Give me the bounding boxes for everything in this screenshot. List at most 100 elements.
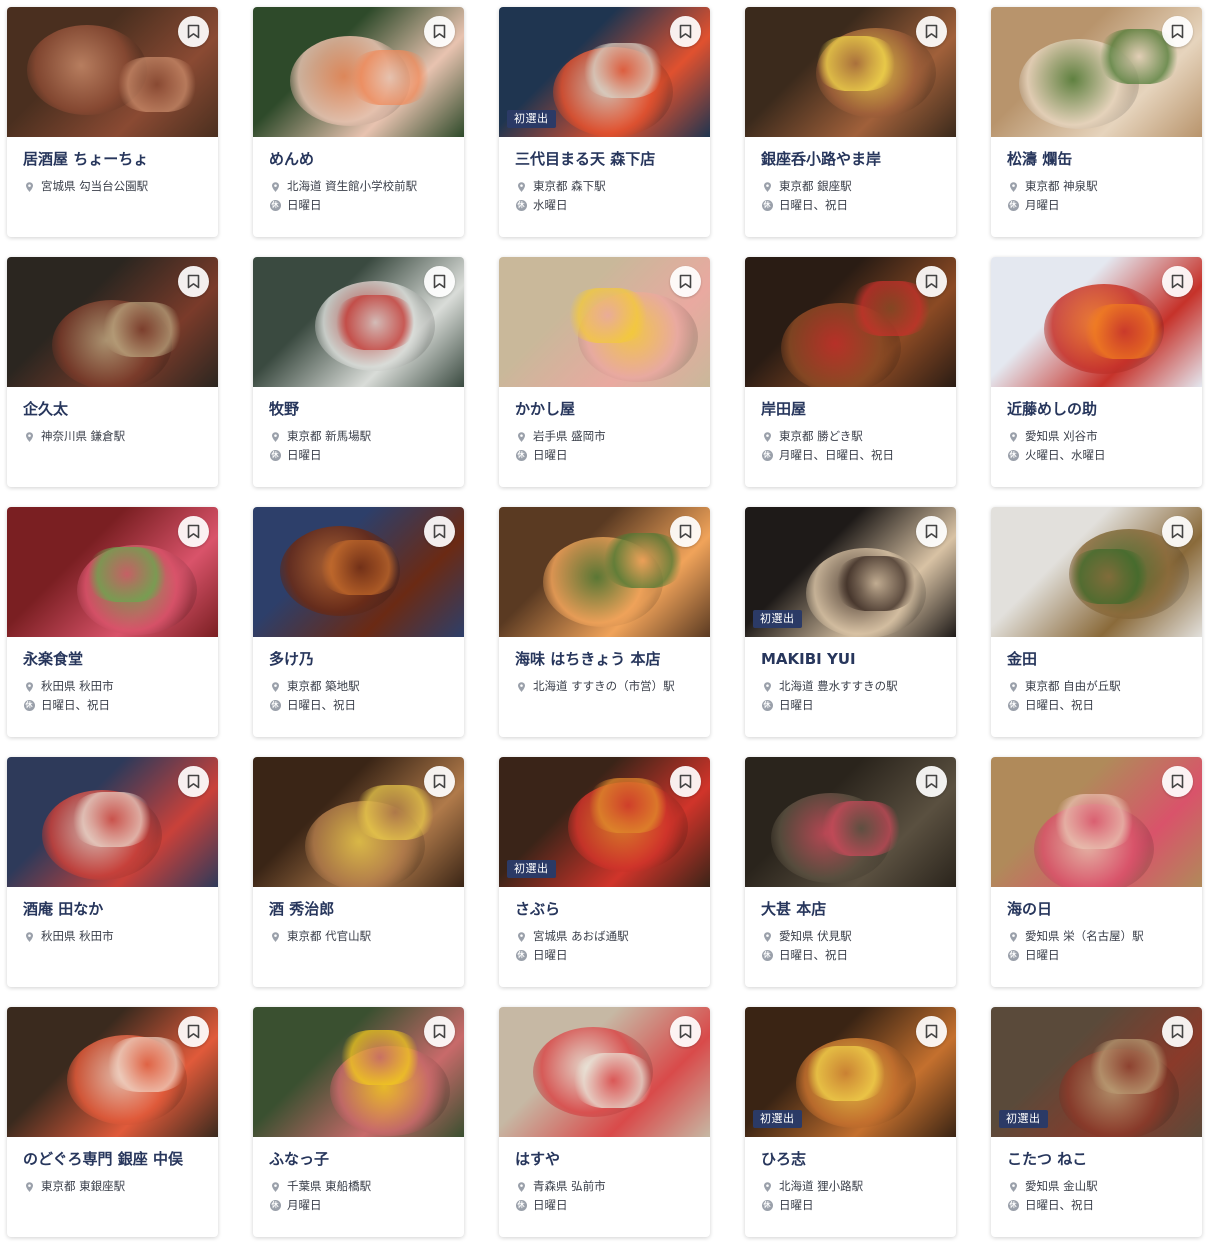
restaurant-card[interactable]: 初選出 こたつ ねこ 愛知県 金山駅休日曜日、祝日 — [991, 1007, 1202, 1237]
bookmark-button[interactable] — [424, 16, 455, 47]
restaurant-card[interactable]: 企久太 神奈川県 鎌倉駅 — [7, 257, 218, 487]
location-text: 愛知県 刈谷市 — [1025, 429, 1098, 443]
restaurant-card[interactable]: 大甚 本店 愛知県 伏見駅休日曜日、祝日 — [745, 757, 956, 987]
restaurant-card[interactable]: 居酒屋 ちょーちょ 宮城県 勾当台公園駅 — [7, 7, 218, 237]
restaurant-info: 岸田屋 東京都 勝どき駅休月曜日、日曜日、祝日 — [745, 387, 956, 465]
location-text: 愛知県 伏見駅 — [779, 929, 852, 943]
bookmark-button[interactable] — [670, 516, 701, 547]
holiday-icon-glyph: 休 — [1007, 950, 1019, 961]
holiday-text: 日曜日、祝日 — [779, 948, 848, 962]
bookmark-button[interactable] — [178, 1016, 209, 1047]
restaurant-photo — [991, 7, 1202, 137]
restaurant-info: さぶら 宮城県 あおば通駅休日曜日 — [499, 887, 710, 965]
location-text: 宮城県 勾当台公園駅 — [41, 179, 149, 193]
bookmark-button[interactable] — [178, 766, 209, 797]
holiday-icon: 休 — [761, 950, 773, 962]
restaurant-name: ひろ志 — [761, 1150, 807, 1168]
holiday-text: 日曜日 — [533, 948, 568, 962]
restaurant-card[interactable]: 初選出 MAKIBI YUI 北海道 豊水すすきの駅休日曜日 — [745, 507, 956, 737]
bookmark-icon — [187, 24, 200, 39]
bookmark-button[interactable] — [670, 16, 701, 47]
bookmark-button[interactable] — [424, 1016, 455, 1047]
location-row: 東京都 勝どき駅 — [761, 427, 956, 446]
bookmark-button[interactable] — [1162, 516, 1193, 547]
bookmark-button[interactable] — [1162, 1016, 1193, 1047]
bookmark-icon — [1171, 274, 1184, 289]
restaurant-photo — [253, 257, 464, 387]
restaurant-card[interactable]: かかし屋 岩手県 盛岡市休日曜日 — [499, 257, 710, 487]
restaurant-card[interactable]: 銀座呑小路やま岸 東京都 銀座駅休日曜日、祝日 — [745, 7, 956, 237]
restaurant-info: 松濤 爛缶 東京都 神泉駅休月曜日 — [991, 137, 1202, 215]
holiday-icon: 休 — [1007, 950, 1019, 962]
location-text: 青森県 弘前市 — [533, 1179, 606, 1193]
map-pin-icon — [269, 681, 281, 693]
restaurant-name: 多け乃 — [269, 650, 315, 668]
restaurant-photo — [745, 7, 956, 137]
holiday-text: 日曜日 — [287, 198, 322, 212]
map-pin-icon — [269, 1181, 281, 1193]
location-row: 北海道 狸小路駅 — [761, 1177, 956, 1196]
restaurant-card[interactable]: 酒 秀治郎 東京都 代官山駅 — [253, 757, 464, 987]
bookmark-button[interactable] — [424, 516, 455, 547]
bookmark-button[interactable] — [1162, 16, 1193, 47]
bookmark-icon — [679, 524, 692, 539]
bookmark-button[interactable] — [1162, 766, 1193, 797]
bookmark-button[interactable] — [1162, 266, 1193, 297]
restaurant-card[interactable]: のどぐろ専門 銀座 中俣 東京都 東銀座駅 — [7, 1007, 218, 1237]
holiday-icon: 休 — [269, 1200, 281, 1212]
bookmark-button[interactable] — [916, 16, 947, 47]
bookmark-button[interactable] — [178, 516, 209, 547]
restaurant-card[interactable]: 岸田屋 東京都 勝どき駅休月曜日、日曜日、祝日 — [745, 257, 956, 487]
location-text: 秋田県 秋田市 — [41, 679, 114, 693]
restaurant-card[interactable]: 松濤 爛缶 東京都 神泉駅休月曜日 — [991, 7, 1202, 237]
holiday-icon-glyph: 休 — [515, 950, 527, 961]
bookmark-button[interactable] — [424, 266, 455, 297]
restaurant-photo — [991, 257, 1202, 387]
bookmark-button[interactable] — [916, 1016, 947, 1047]
holiday-row: 休月曜日、日曜日、祝日 — [761, 446, 956, 465]
restaurant-info: 海味 はちきょう 本店 北海道 すすきの（市営）駅 — [499, 637, 710, 696]
restaurant-card[interactable]: 多け乃 東京都 築地駅休日曜日、祝日 — [253, 507, 464, 737]
restaurant-name: 金田 — [1007, 650, 1038, 668]
location-row: 愛知県 刈谷市 — [1007, 427, 1202, 446]
bookmark-icon — [925, 1024, 938, 1039]
restaurant-card[interactable]: ふなっ子 千葉県 東船橋駅休月曜日 — [253, 1007, 464, 1237]
restaurant-card[interactable]: 海の日 愛知県 栄（名古屋）駅休日曜日 — [991, 757, 1202, 987]
restaurant-info: はすや 青森県 弘前市休日曜日 — [499, 1137, 710, 1215]
restaurant-name: かかし屋 — [515, 400, 576, 418]
bookmark-button[interactable] — [178, 266, 209, 297]
holiday-row: 休日曜日 — [761, 696, 956, 715]
holiday-icon: 休 — [761, 450, 773, 462]
restaurant-card[interactable]: 初選出 さぶら 宮城県 あおば通駅休日曜日 — [499, 757, 710, 987]
map-pin-icon — [23, 681, 35, 693]
restaurant-photo — [253, 507, 464, 637]
restaurant-card[interactable]: 金田 東京都 自由が丘駅休日曜日、祝日 — [991, 507, 1202, 737]
bookmark-button[interactable] — [670, 766, 701, 797]
restaurant-card[interactable]: 酒庵 田なか 秋田県 秋田市 — [7, 757, 218, 987]
restaurant-card[interactable]: 近藤めしの助 愛知県 刈谷市休火曜日、水曜日 — [991, 257, 1202, 487]
restaurant-name: 酒庵 田なか — [23, 900, 104, 918]
location-text: 北海道 豊水すすきの駅 — [779, 679, 898, 693]
restaurant-card[interactable]: めんめ 北海道 資生館小学校前駅休日曜日 — [253, 7, 464, 237]
new-selection-badge: 初選出 — [507, 110, 556, 128]
map-pin-icon — [23, 1181, 35, 1193]
bookmark-button[interactable] — [178, 16, 209, 47]
bookmark-button[interactable] — [670, 266, 701, 297]
restaurant-card[interactable]: 永楽食堂 秋田県 秋田市休日曜日、祝日 — [7, 507, 218, 737]
bookmark-button[interactable] — [424, 766, 455, 797]
restaurant-card[interactable]: 初選出 三代目まる天 森下店 東京都 森下駅休水曜日 — [499, 7, 710, 237]
bookmark-button[interactable] — [916, 766, 947, 797]
bookmark-icon — [925, 274, 938, 289]
restaurant-card[interactable]: 初選出 ひろ志 北海道 狸小路駅休日曜日 — [745, 1007, 956, 1237]
bookmark-icon — [679, 274, 692, 289]
restaurant-card[interactable]: 海味 はちきょう 本店 北海道 すすきの（市営）駅 — [499, 507, 710, 737]
bookmark-button[interactable] — [916, 266, 947, 297]
restaurant-info: 銀座呑小路やま岸 東京都 銀座駅休日曜日、祝日 — [745, 137, 956, 215]
bookmark-button[interactable] — [670, 1016, 701, 1047]
restaurant-card[interactable]: 牧野 東京都 新馬場駅休日曜日 — [253, 257, 464, 487]
bookmark-icon — [433, 524, 446, 539]
holiday-icon-glyph: 休 — [1007, 200, 1019, 211]
bookmark-button[interactable] — [916, 516, 947, 547]
restaurant-card[interactable]: はすや 青森県 弘前市休日曜日 — [499, 1007, 710, 1237]
map-pin-icon — [269, 931, 281, 943]
